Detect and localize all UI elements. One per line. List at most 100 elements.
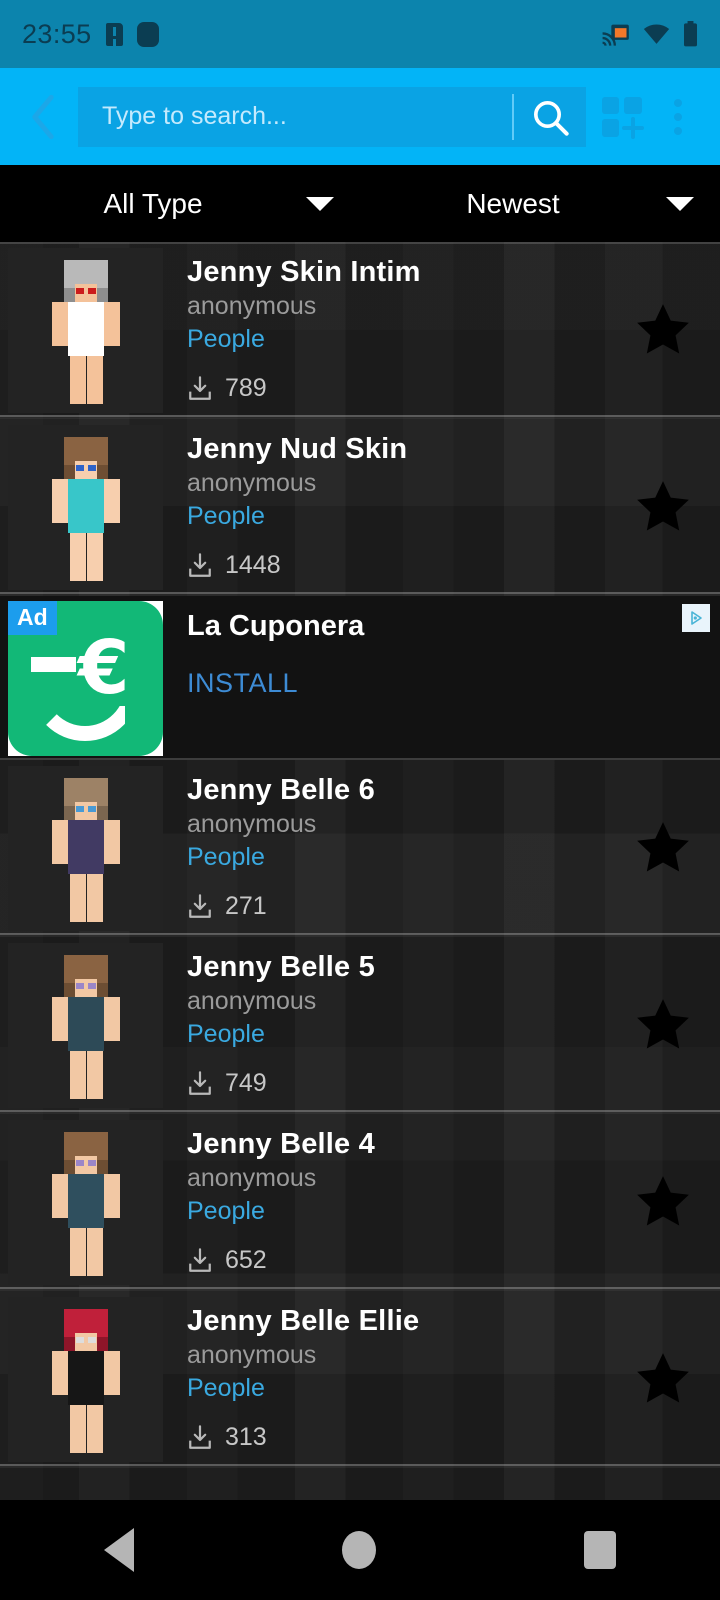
filter-bar: All Type Newest xyxy=(0,165,720,242)
skin-render xyxy=(38,1309,134,1455)
skin-render xyxy=(38,778,134,924)
download-count: 652 xyxy=(187,1246,267,1275)
download-icon xyxy=(189,552,211,577)
skin-title: Jenny Belle Ellie xyxy=(187,1305,420,1337)
skin-render xyxy=(38,437,134,583)
download-icon xyxy=(189,1424,211,1449)
search-icon xyxy=(534,100,569,136)
star-icon xyxy=(637,1175,689,1225)
download-number: 789 xyxy=(225,374,267,402)
download-count: 271 xyxy=(187,892,267,921)
skin-title: Jenny Belle 6 xyxy=(187,774,375,806)
status-time: 23:55 xyxy=(22,18,92,49)
list-item[interactable]: Jenny Belle 5 anonymous People 749 xyxy=(0,937,720,1114)
skin-thumbnail xyxy=(8,248,163,413)
battery-icon xyxy=(684,21,697,47)
list-item[interactable]: Jenny Nud Skin anonymous People 1448 xyxy=(0,419,720,596)
skin-thumbnail xyxy=(8,1297,163,1462)
skin-thumbnail xyxy=(8,943,163,1108)
overflow-menu-button[interactable] xyxy=(650,87,706,147)
favorite-button[interactable] xyxy=(632,476,694,538)
status-bar-left: 23:55 xyxy=(22,19,159,50)
sim-alert-icon xyxy=(105,22,123,46)
sort-filter-label: Newest xyxy=(466,187,560,219)
cast-icon xyxy=(602,24,629,46)
star-icon xyxy=(637,303,689,353)
chevron-down-icon xyxy=(306,196,334,211)
skin-thumbnail xyxy=(8,1120,163,1285)
skin-title: Jenny Nud Skin xyxy=(187,433,408,465)
skin-title: Jenny Skin Intim xyxy=(187,256,421,288)
skin-render xyxy=(38,955,134,1101)
search-button[interactable] xyxy=(514,87,586,147)
row-divider xyxy=(0,933,720,935)
row-divider xyxy=(0,415,720,417)
list-item[interactable]: Jenny Belle 4 anonymous People 652 xyxy=(0,1114,720,1291)
smile-icon xyxy=(30,679,140,741)
list-item[interactable]: Jenny Belle 6 anonymous People 271 xyxy=(0,760,720,937)
ad-install-button[interactable]: INSTALL xyxy=(187,668,298,699)
nav-recents-icon[interactable] xyxy=(584,1531,616,1569)
row-divider xyxy=(0,592,720,594)
status-bar-right xyxy=(602,21,698,47)
skin-title: Jenny Belle 4 xyxy=(187,1128,375,1160)
download-icon xyxy=(189,893,211,918)
chevron-down-icon xyxy=(666,196,694,211)
download-icon xyxy=(189,1070,211,1095)
ad-icon-wrap: € Ad xyxy=(8,601,163,756)
skin-list[interactable]: Jenny Skin Intim anonymous People 789 Je… xyxy=(0,242,720,1500)
skin-title: Jenny Belle 5 xyxy=(187,951,375,983)
star-icon xyxy=(637,1352,689,1402)
download-icon xyxy=(189,375,211,400)
download-count: 789 xyxy=(187,374,267,403)
back-button[interactable] xyxy=(14,88,72,146)
search-bar[interactable] xyxy=(78,86,586,147)
status-bar: 23:55 xyxy=(0,0,720,68)
favorite-button[interactable] xyxy=(632,1171,694,1233)
sort-filter[interactable]: Newest xyxy=(360,165,720,242)
skin-render xyxy=(38,260,134,406)
download-number: 749 xyxy=(225,1069,267,1097)
row-divider xyxy=(0,1464,720,1466)
skin-thumbnail xyxy=(8,425,163,590)
app-screen: 23:55 Type to search... All Type Newest … xyxy=(0,0,720,1600)
star-icon xyxy=(637,998,689,1048)
adchoices-icon[interactable] xyxy=(682,604,710,632)
search-divider xyxy=(512,93,514,140)
android-nav-bar xyxy=(0,1500,720,1600)
nav-home-icon[interactable] xyxy=(342,1531,376,1569)
list-item[interactable]: Jenny Skin Intim anonymous People 789 xyxy=(0,242,720,419)
download-icon xyxy=(189,1247,211,1272)
nav-back-icon[interactable] xyxy=(104,1528,134,1572)
favorite-button[interactable] xyxy=(632,817,694,879)
download-number: 652 xyxy=(225,1246,267,1274)
download-count: 1448 xyxy=(187,551,281,580)
search-input[interactable] xyxy=(78,102,512,131)
favorite-button[interactable] xyxy=(632,299,694,361)
ad-title: La Cuponera xyxy=(187,610,365,642)
ad-banner[interactable]: € Ad La Cuponera INSTALL xyxy=(0,596,720,760)
wifi-icon xyxy=(643,24,670,44)
grid-add-button[interactable] xyxy=(594,87,650,147)
favorite-button[interactable] xyxy=(632,1348,694,1410)
minus-icon xyxy=(31,657,76,672)
download-number: 271 xyxy=(225,892,267,920)
app-toolbar xyxy=(0,68,720,165)
favorite-button[interactable] xyxy=(632,994,694,1056)
chevron-left-icon xyxy=(32,94,54,139)
download-count: 313 xyxy=(187,1423,267,1452)
type-filter-label: All Type xyxy=(103,187,203,219)
adchoices-triangle-icon xyxy=(691,611,702,625)
download-count: 749 xyxy=(187,1069,267,1098)
list-item[interactable]: Jenny Belle Ellie anonymous People 313 xyxy=(0,1291,720,1468)
skin-thumbnail xyxy=(8,766,163,931)
grid-plus-icon xyxy=(602,96,644,139)
ad-meta: La Cuponera INSTALL xyxy=(163,596,720,758)
skin-render xyxy=(38,1132,134,1278)
row-divider xyxy=(0,1110,720,1112)
download-number: 313 xyxy=(225,1423,267,1451)
star-icon xyxy=(637,480,689,530)
ad-badge: Ad xyxy=(8,601,57,635)
type-filter[interactable]: All Type xyxy=(0,165,360,242)
download-number: 1448 xyxy=(225,551,281,579)
